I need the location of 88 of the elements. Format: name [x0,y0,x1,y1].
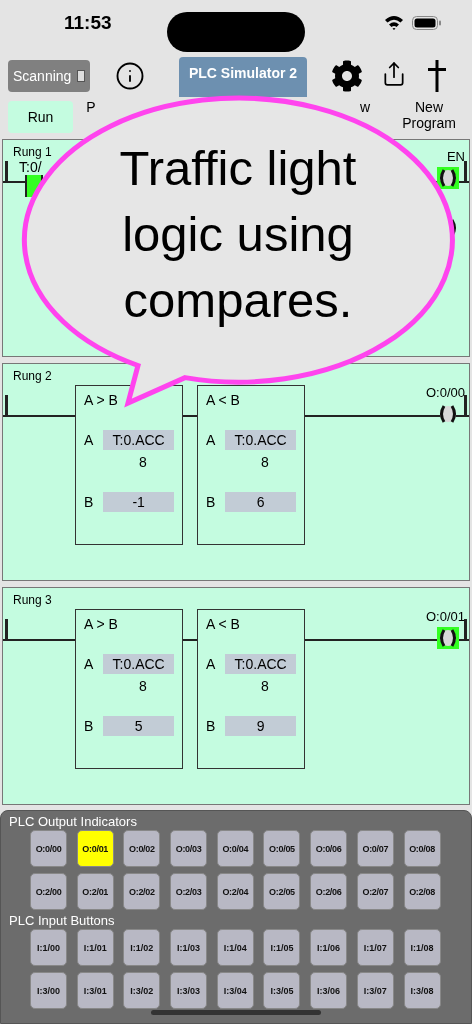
output-indicator: O:2/01 [76,873,114,910]
rung-title: Rung 1 [12,144,52,159]
info-icon[interactable] [115,61,145,91]
input-button[interactable]: I:3/08 [403,972,441,1009]
settings-icon[interactable] [331,60,363,92]
input-button[interactable]: I:1/08 [403,929,441,966]
contact-label: T:0/ [19,159,43,175]
power-rail [464,619,467,641]
operand-label: A [206,432,216,448]
cross-icon[interactable] [427,60,447,92]
output-indicator: O:0/04 [216,830,254,867]
section-title: PLC Output Indicators [9,814,137,829]
operand-field[interactable]: 6 [225,492,296,512]
input-button[interactable]: I:3/00 [30,972,67,1009]
input-button[interactable]: I:3/06 [310,972,348,1009]
operand-value: 8 [261,454,269,470]
output-indicator: O:2/02 [123,873,161,910]
input-button[interactable]: I:1/02 [123,929,161,966]
input-button[interactable]: I:1/05 [263,929,301,966]
operand-field[interactable]: T:0.ACC [225,430,296,450]
output-indicator: O:0/03 [170,830,208,867]
rung-title: Rung 3 [12,592,52,607]
share-icon[interactable] [381,61,407,87]
operand-label: B [206,494,216,510]
app-title: PLC Simulator 2 [179,57,307,97]
operand-field[interactable]: 9 [225,716,296,736]
toolbar-tab[interactable]: New Program [394,99,464,131]
wifi-icon [384,15,404,30]
power-rail [464,395,467,417]
output-indicator: O:2/04 [216,873,254,910]
toolbar-tab[interactable]: P [83,99,99,115]
status-time: 11:53 [64,11,112,34]
output-indicator: O:0/01 [76,830,114,867]
operand-label: A [206,656,216,672]
operand-label: A [84,432,94,448]
input-button[interactable]: I:3/04 [216,972,254,1009]
operand-value: 8 [261,678,269,694]
input-button[interactable]: I:3/02 [123,972,161,1009]
operand-field[interactable]: T:0.ACC [103,654,174,674]
input-button[interactable]: I:1/07 [356,929,394,966]
rung-title: Rung 2 [12,368,52,383]
output-indicator: O:0/06 [310,830,348,867]
operand-field[interactable]: T:0.ACC [225,654,296,674]
input-button[interactable]: I:1/04 [216,929,254,966]
input-button[interactable]: I:1/03 [170,929,208,966]
compare-title: A > B [84,392,119,408]
compare-title: A < B [206,616,241,632]
callout-text: Traffic light logic using compares. [118,140,358,329]
operand-label: B [84,494,94,510]
section-title: PLC Input Buttons [9,913,115,928]
coil-label: O:0/00 [425,385,465,402]
output-indicator: O:2/08 [403,873,441,910]
output-indicator: O:0/02 [123,830,161,867]
operand-label: B [206,718,216,734]
output-indicator: O:0/00 [30,830,67,867]
output-indicator: O:2/00 [30,873,67,910]
compare-title: A < B [206,392,241,408]
operand-field[interactable]: 5 [103,716,174,736]
output-indicator: O:2/06 [310,873,348,910]
output-indicator: O:2/07 [356,873,394,910]
input-button[interactable]: I:3/07 [356,972,394,1009]
toolbar-tab[interactable]: w [358,99,372,115]
output-indicator: O:0/07 [356,830,394,867]
input-button[interactable]: I:3/01 [76,972,114,1009]
scanning-checkbox[interactable] [77,70,85,82]
operand-value: 8 [139,678,147,694]
coil-label: EN [446,149,465,166]
operand-label: A [84,656,94,672]
operand-field[interactable]: -1 [103,492,174,512]
input-button[interactable]: I:1/06 [310,929,348,966]
scanning-button[interactable]: Scanning [8,60,90,92]
input-button[interactable]: I:1/00 [30,929,67,966]
power-rail [5,619,8,641]
output-indicator: O:0/08 [403,830,441,867]
input-button[interactable]: I:3/03 [170,972,208,1009]
battery-icon [412,15,442,30]
output-indicator: O:2/03 [170,873,208,910]
coil-label: O:0/01 [425,609,465,626]
operand-field[interactable]: T:0.ACC [103,430,174,450]
toolbar-tab[interactable]: Run [8,101,73,133]
compare-title: A > B [84,616,119,632]
power-rail [5,395,8,417]
operand-value: 8 [139,454,147,470]
output-indicator: O:2/05 [263,873,301,910]
operand-label: B [84,718,94,734]
output-indicator: O:0/05 [263,830,301,867]
input-button[interactable]: I:1/01 [76,929,114,966]
input-button[interactable]: I:3/05 [263,972,301,1009]
